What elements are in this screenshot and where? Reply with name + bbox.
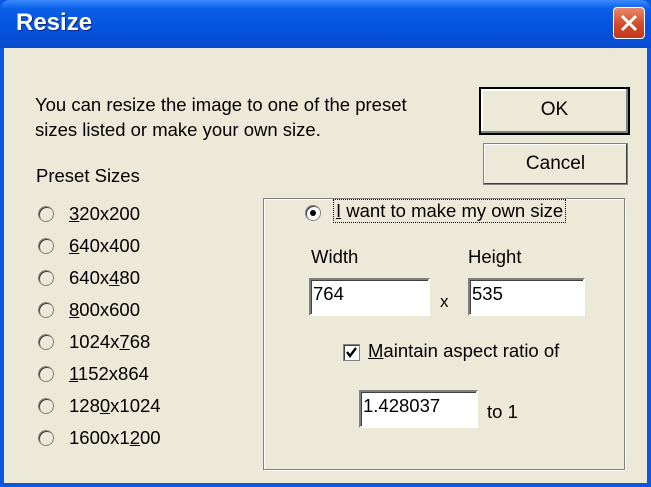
ok-button[interactable]: OK xyxy=(479,87,630,135)
maintain-aspect-checkbox[interactable] xyxy=(343,344,360,361)
own-size-radio[interactable] xyxy=(305,205,321,221)
preset-label-1152x864[interactable]: 1152x864 xyxy=(69,363,149,385)
width-input[interactable]: 764 xyxy=(309,278,430,316)
custom-size-group xyxy=(263,198,625,470)
preset-label-1024x768[interactable]: 1024x768 xyxy=(69,331,150,353)
dialog-title: Resize xyxy=(16,9,93,36)
height-label: Height xyxy=(468,246,522,267)
cancel-button[interactable]: Cancel xyxy=(483,143,628,185)
dialog-body: You can resize the image to one of the p… xyxy=(4,48,647,483)
resize-dialog: Resize You can resize the image to one o… xyxy=(0,0,651,487)
preset-label-320x200[interactable]: 320x200 xyxy=(69,203,140,225)
preset-label-800x600[interactable]: 800x600 xyxy=(69,299,140,321)
height-input[interactable]: 535 xyxy=(468,278,585,316)
width-label: Width xyxy=(311,246,359,267)
times-sign: x xyxy=(440,292,449,311)
intro-line-1: You can resize the image to one of the p… xyxy=(35,94,407,115)
preset-sizes-label: Preset Sizes xyxy=(36,165,140,186)
preset-label-640x400[interactable]: 640x400 xyxy=(69,235,140,257)
preset-radio-1152x864[interactable] xyxy=(38,366,54,382)
to-one-label: to 1 xyxy=(487,401,518,422)
preset-radio-800x600[interactable] xyxy=(38,302,54,318)
preset-radio-1024x768[interactable] xyxy=(38,334,54,350)
preset-radio-1280x1024[interactable] xyxy=(38,398,54,414)
checkmark-icon xyxy=(346,347,357,358)
preset-label-640x480[interactable]: 640x480 xyxy=(69,267,140,289)
radio-selected-dot xyxy=(310,210,316,216)
preset-label-1280x1024[interactable]: 1280x1024 xyxy=(69,395,161,417)
preset-radio-1600x1200[interactable] xyxy=(38,430,54,446)
maintain-aspect-label[interactable]: Maintain aspect ratio of xyxy=(368,340,559,362)
aspect-ratio-input[interactable]: 1.428037 xyxy=(359,390,478,428)
preset-radio-640x400[interactable] xyxy=(38,238,54,254)
own-size-label[interactable]: I want to make my own size xyxy=(333,199,567,223)
preset-label-1600x1200[interactable]: 1600x1200 xyxy=(69,427,161,449)
preset-radio-640x480[interactable] xyxy=(38,270,54,286)
title-bar[interactable]: Resize xyxy=(0,0,651,48)
close-button[interactable] xyxy=(613,7,645,39)
intro-text: You can resize the image to one of the p… xyxy=(35,92,455,142)
preset-radio-320x200[interactable] xyxy=(38,206,54,222)
intro-line-2: sizes listed or make your own size. xyxy=(35,119,321,140)
close-icon xyxy=(620,14,638,32)
